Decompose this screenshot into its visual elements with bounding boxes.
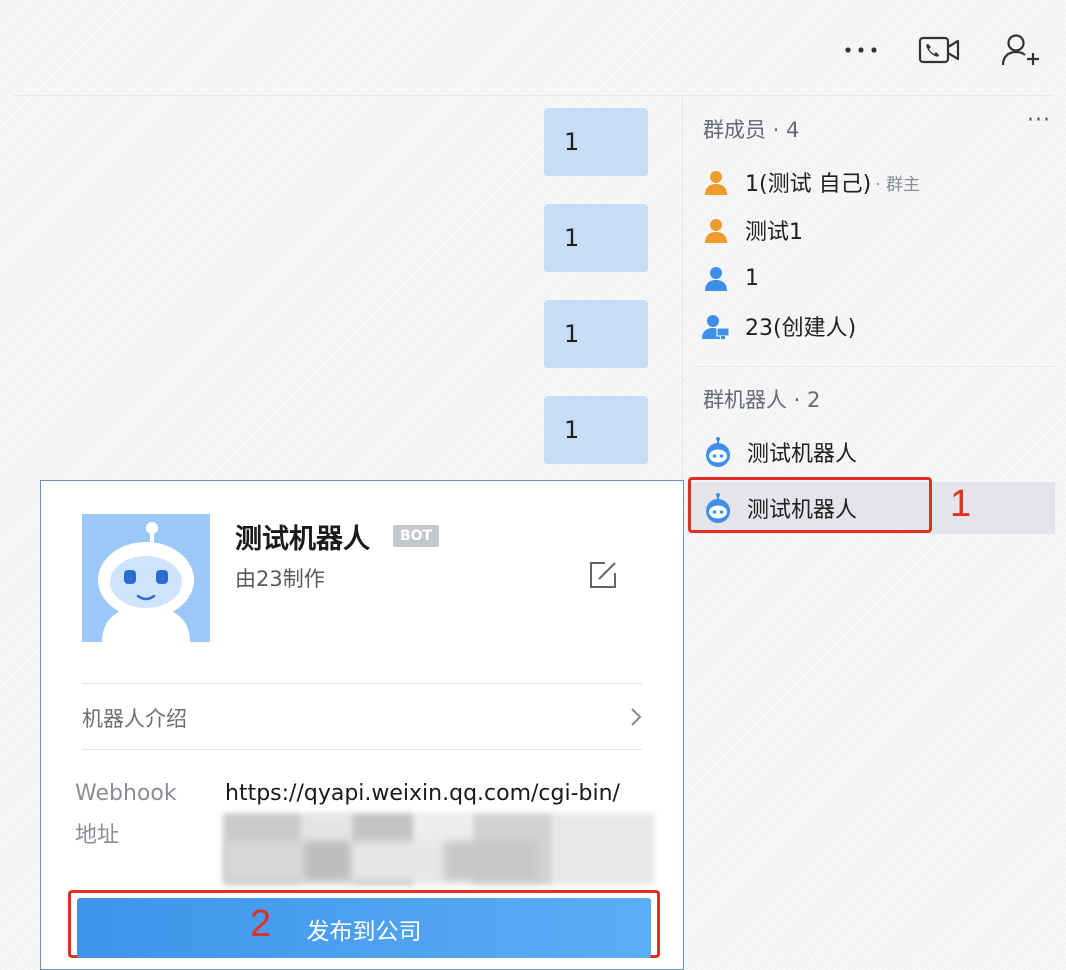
divider (82, 749, 642, 750)
robots-title: 群机器人 · 2 (703, 388, 821, 412)
bot-badge: BOT (393, 525, 439, 547)
robot-intro-label: 机器人介绍 (82, 707, 187, 731)
chevron-right-icon (631, 708, 642, 726)
message-bubble[interactable]: 1 (544, 396, 648, 464)
add-user-icon (1001, 34, 1039, 66)
edit-robot-button[interactable] (585, 557, 621, 593)
publish-to-company-button[interactable]: 发布到公司 (77, 898, 651, 958)
member-item[interactable]: 测试1 (701, 210, 803, 250)
edit-icon (590, 562, 616, 588)
webhook-label: Webhook (75, 781, 177, 806)
add-member-button[interactable] (1000, 30, 1042, 70)
webhook-label-line2: 地址 (75, 823, 120, 848)
webhook-url-redacted-line2 (227, 841, 537, 881)
members-more-button[interactable]: ··· (1027, 108, 1051, 133)
call-icon (918, 36, 960, 64)
user-orange-icon (701, 215, 731, 245)
robot-name-title: 测试机器人 (235, 524, 370, 555)
user-orange-icon (701, 167, 731, 197)
step1-highlight-box (688, 477, 932, 533)
members-title: 群成员 · 4 (703, 118, 800, 142)
robot-name: 测试机器人 (747, 442, 858, 467)
webhook-url[interactable]: https://qyapi.weixin.qq.com/cgi-bin/ (225, 781, 620, 806)
robot-avatar-icon (82, 514, 210, 642)
more-icon (845, 47, 877, 53)
step1-number: 1 (950, 483, 972, 525)
member-name: 1 (745, 265, 759, 291)
member-item[interactable]: 23(创建人) (701, 306, 856, 346)
member-name: 1(测试 自己) (745, 172, 872, 197)
user-desktop-icon (701, 311, 731, 341)
more-options-button[interactable] (840, 30, 882, 70)
chat-header (14, 0, 1054, 96)
publish-button-label: 发布到公司 (306, 919, 422, 945)
voice-video-call-button[interactable] (918, 30, 960, 70)
section-divider (695, 366, 1055, 367)
robot-avatar (82, 514, 210, 642)
robot-intro-row[interactable]: 机器人介绍 (82, 685, 642, 749)
member-item[interactable]: 1(测试 自己) · 群主 (701, 162, 920, 202)
user-blue-icon (701, 263, 731, 293)
member-name: 测试1 (745, 220, 803, 245)
message-bubble[interactable]: 1 (544, 300, 648, 368)
owner-tag: · 群主 (875, 174, 920, 195)
step2-number: 2 (250, 903, 272, 945)
robot-icon (701, 435, 735, 469)
divider (82, 683, 642, 684)
message-bubble[interactable]: 1 (544, 204, 648, 272)
member-name: 23(创建人) (745, 316, 857, 341)
robot-item[interactable]: 测试机器人 (687, 426, 1055, 478)
member-item[interactable]: 1 (701, 258, 759, 298)
robot-creator: 由23制作 (235, 567, 325, 591)
message-bubble[interactable]: 1 (544, 108, 648, 176)
